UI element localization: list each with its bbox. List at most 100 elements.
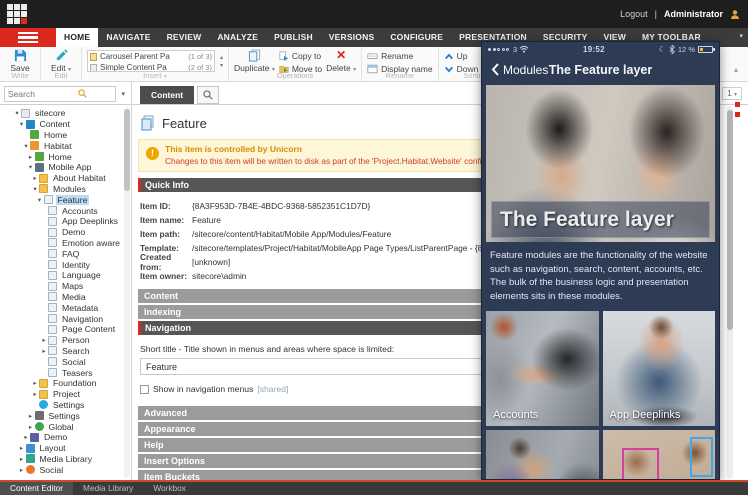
tree-collapsed-arrow-icon[interactable]: ▸: [40, 336, 48, 344]
tree-item-content[interactable]: ▾Content: [0, 119, 131, 130]
feature-description: Feature modules are the functionality of…: [482, 242, 719, 309]
tree-item-media[interactable]: Media: [0, 292, 131, 303]
tree-item-feature[interactable]: ▾Feature: [0, 194, 131, 205]
tab-content[interactable]: Content: [140, 86, 194, 104]
tree-collapsed-arrow-icon[interactable]: ▸: [18, 444, 26, 452]
face-detection-box: [622, 448, 659, 480]
tab-search[interactable]: [197, 86, 219, 104]
copy-to-button[interactable]: Copy to: [279, 51, 322, 61]
tree-item-search[interactable]: ▸Search: [0, 346, 131, 357]
ribbon-tab-publish[interactable]: PUBLISH: [266, 28, 321, 47]
ribbon-tab-versions[interactable]: VERSIONS: [321, 28, 383, 47]
version-selector[interactable]: 1 ▾: [722, 87, 742, 100]
phone-nav-bar: The Feature layer Modules: [482, 56, 719, 83]
tree-item-metadata[interactable]: Metadata: [0, 302, 131, 313]
tree-collapsed-arrow-icon[interactable]: ▸: [27, 153, 35, 161]
logout-link[interactable]: Logout: [620, 9, 648, 19]
rename-button[interactable]: Rename: [367, 51, 433, 61]
tree-item-accounts[interactable]: Accounts: [0, 205, 131, 216]
tree-expanded-arrow-icon[interactable]: ▾: [27, 163, 35, 171]
tree-item-layout[interactable]: ▸Layout: [0, 443, 131, 454]
tree-scrollbar[interactable]: [124, 107, 130, 478]
tree-item-app-deeplinks[interactable]: App Deeplinks: [0, 216, 131, 227]
module-tile-recognize-emotions-in-images[interactable]: Recognize Emotions in Images: [603, 430, 716, 480]
insert-scroll-spinner[interactable]: ▴▾: [219, 49, 223, 72]
tree-collapsed-arrow-icon[interactable]: ▸: [27, 423, 35, 431]
tree-item-social[interactable]: Social: [0, 356, 131, 367]
tree-item-demo[interactable]: ▸Demo: [0, 432, 131, 443]
tree-item-sitecore[interactable]: ▾sitecore: [0, 108, 131, 119]
delete-button[interactable]: ✕ Delete ▾: [326, 49, 356, 72]
tree-item-settings[interactable]: ▸Settings: [0, 410, 131, 421]
app-tab-workbox[interactable]: Workbox: [143, 482, 196, 495]
tree-item-language[interactable]: Language: [0, 270, 131, 281]
module-tile-accounts[interactable]: Accounts: [486, 311, 599, 426]
tree-item-demo[interactable]: Demo: [0, 227, 131, 238]
tree-collapsed-arrow-icon[interactable]: ▸: [18, 466, 26, 474]
tree-item-label: Teasers: [60, 368, 94, 378]
checkbox-label: Show in navigation menus: [153, 384, 253, 394]
tree-item-social[interactable]: ▸Social: [0, 464, 131, 475]
tree-item-person[interactable]: ▸Person: [0, 335, 131, 346]
duplicate-button[interactable]: Duplicate ▾: [234, 49, 275, 72]
toolbar-collapse-icon[interactable]: ▴: [734, 65, 738, 74]
ribbon-collapse-icon[interactable]: ▾: [739, 32, 743, 40]
back-button[interactable]: Modules: [491, 63, 548, 77]
module-tile-app-deeplinks[interactable]: App Deeplinks: [603, 311, 716, 426]
tree-collapsed-arrow-icon[interactable]: ▸: [27, 412, 35, 420]
ribbon-tab-home[interactable]: HOME: [56, 28, 98, 47]
tree-expanded-arrow-icon[interactable]: ▾: [31, 185, 39, 193]
tree-item-foundation[interactable]: ▸Foundation: [0, 378, 131, 389]
tree-collapsed-arrow-icon[interactable]: ▸: [40, 347, 48, 355]
tree-item-modules[interactable]: ▾Modules: [0, 184, 131, 195]
tree-item-faq[interactable]: FAQ: [0, 248, 131, 259]
tree-item-home[interactable]: ▸Home: [0, 151, 131, 162]
tree-expanded-arrow-icon[interactable]: ▾: [13, 109, 21, 117]
tree-collapsed-arrow-icon[interactable]: ▸: [18, 455, 26, 463]
app-tab-media-library[interactable]: Media Library: [73, 482, 143, 495]
save-button[interactable]: Save: [5, 49, 35, 72]
menu-button[interactable]: [0, 28, 56, 47]
tree-item-project[interactable]: ▸Project: [0, 389, 131, 400]
tree-item-maps[interactable]: Maps: [0, 281, 131, 292]
search-input[interactable]: [8, 89, 78, 99]
tree-expanded-arrow-icon[interactable]: ▾: [18, 120, 26, 128]
tree-item-habitat[interactable]: ▾Habitat: [0, 140, 131, 151]
tree-expanded-arrow-icon[interactable]: ▾: [22, 142, 30, 150]
show-in-navigation-checkbox[interactable]: [140, 385, 149, 394]
sort-up-button[interactable]: Up: [444, 51, 479, 61]
content-tree-panel: ▾sitecore▾ContentHome▾Habitat▸Home▾Mobil…: [0, 105, 132, 480]
validation-markers[interactable]: [735, 102, 741, 122]
doc-icon: [48, 271, 57, 280]
tree-item-navigation[interactable]: Navigation: [0, 313, 131, 324]
tree-collapsed-arrow-icon[interactable]: ▸: [31, 390, 39, 398]
tree-item-page-content[interactable]: Page Content: [0, 324, 131, 335]
tree-item-emotion-aware[interactable]: Emotion aware: [0, 238, 131, 249]
ribbon-tab-review[interactable]: REVIEW: [159, 28, 210, 47]
tree-item-teasers[interactable]: Teasers: [0, 367, 131, 378]
app-tab-content-editor[interactable]: Content Editor: [0, 482, 73, 495]
tree-collapsed-arrow-icon[interactable]: ▸: [22, 433, 30, 441]
tree-collapsed-arrow-icon[interactable]: ▸: [31, 174, 39, 182]
ribbon-tab-analyze[interactable]: ANALYZE: [209, 28, 266, 47]
search-dropdown-icon[interactable]: ▾: [119, 90, 127, 98]
user-menu[interactable]: Administrator: [664, 9, 723, 19]
tree-item-about-habitat[interactable]: ▸About Habitat: [0, 173, 131, 184]
tree-expanded-arrow-icon[interactable]: ▾: [36, 196, 44, 204]
tree-item-global[interactable]: ▸Global: [0, 421, 131, 432]
tree-item-label: Media Library: [38, 454, 95, 464]
ribbon-tab-navigate[interactable]: NAVIGATE: [98, 28, 158, 47]
module-tile-demo[interactable]: Demo: [486, 430, 599, 480]
tree-item-home[interactable]: Home: [0, 130, 131, 141]
tree-item-identity[interactable]: Identity: [0, 259, 131, 270]
ribbon-tab-configure[interactable]: CONFIGURE: [382, 28, 451, 47]
tree-item-label: Mobile App: [47, 162, 94, 172]
main-scrollbar[interactable]: [727, 106, 733, 479]
tree-item-settings[interactable]: Settings: [0, 400, 131, 411]
search-magnifier-icon[interactable]: [78, 89, 87, 98]
tree-item-mobile-app[interactable]: ▾ Mobile App: [0, 162, 131, 173]
edit-button[interactable]: Edit ▾: [46, 49, 76, 72]
insert-option-carousel-parent-pa[interactable]: Carousel Parent Pa(1 of 3): [88, 51, 214, 62]
tree-collapsed-arrow-icon[interactable]: ▸: [31, 379, 39, 387]
tree-item-media-library[interactable]: ▸ Media Library: [0, 454, 131, 465]
